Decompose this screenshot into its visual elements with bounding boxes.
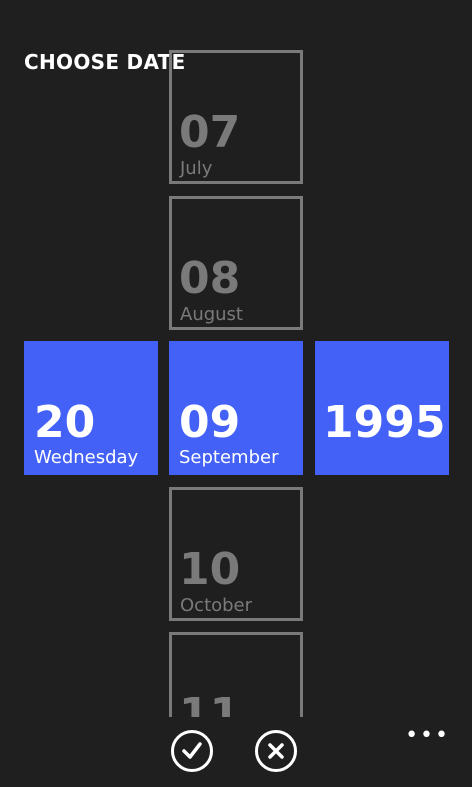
month-number: 08: [179, 253, 241, 304]
month-number: 10: [179, 544, 241, 595]
cancel-button[interactable]: [255, 730, 297, 772]
month-name: October: [180, 595, 253, 616]
month-number: 07: [179, 107, 241, 158]
month-tile-august[interactable]: 08 August: [169, 196, 303, 330]
month-tile-september-selected[interactable]: 09 September: [169, 341, 303, 475]
day-tile-selected[interactable]: 20 Wednesday: [24, 341, 158, 475]
month-number: 09: [179, 397, 241, 448]
month-tile-october[interactable]: 10 October: [169, 487, 303, 621]
day-number: 20: [34, 397, 96, 448]
month-name: August: [180, 304, 243, 325]
app-bar: •••: [0, 717, 472, 787]
month-tile-july[interactable]: 07 July: [169, 50, 303, 184]
month-name: July: [180, 158, 213, 179]
year-tile-selected[interactable]: 1995: [315, 341, 449, 475]
month-name: September: [179, 447, 279, 468]
done-button[interactable]: [171, 730, 213, 772]
close-icon: [268, 743, 284, 759]
page-title: CHOOSE DATE: [24, 50, 186, 74]
weekday-name: Wednesday: [34, 447, 139, 468]
check-icon: [182, 742, 202, 759]
more-options-button[interactable]: •••: [405, 725, 450, 747]
year-number: 1995: [323, 397, 446, 448]
